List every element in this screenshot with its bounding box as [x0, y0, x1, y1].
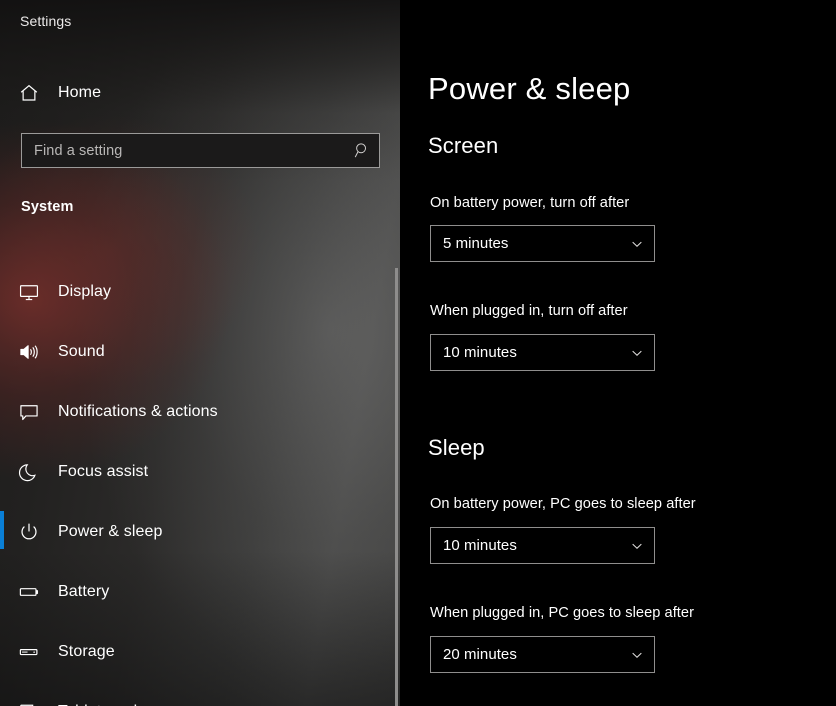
selection-indicator — [0, 511, 4, 549]
dropdown-screen-plugged-in[interactable]: 10 minutes — [430, 334, 655, 371]
label-screen-on-battery: On battery power, turn off after — [430, 195, 630, 211]
label-screen-plugged-in: When plugged in, turn off after — [430, 303, 628, 319]
sidebar-scrollbar-thumb[interactable] — [395, 268, 398, 706]
moon-icon — [18, 461, 58, 483]
sidebar-scrollbar[interactable] — [394, 268, 398, 706]
tablet-mode-icon — [18, 701, 58, 706]
battery-icon — [18, 581, 58, 603]
sidebar-item-label: Storage — [58, 643, 115, 660]
sidebar-item-label: Focus assist — [58, 463, 149, 480]
storage-drive-icon — [18, 641, 58, 663]
label-sleep-on-battery: On battery power, PC goes to sleep after — [430, 496, 696, 512]
dropdown-sleep-on-battery[interactable]: 10 minutes — [430, 527, 655, 564]
settings-sidebar: Settings Home Find a setting System Disp… — [0, 0, 400, 706]
dropdown-value: 10 minutes — [443, 537, 517, 554]
sidebar-nav-list: Display Sound Notifications & actions Fo… — [0, 262, 400, 706]
sidebar-item-label: Battery — [58, 583, 110, 600]
sidebar-item-power-sleep[interactable]: Power & sleep — [0, 502, 386, 562]
chevron-down-icon — [620, 647, 654, 663]
chevron-down-icon — [620, 538, 654, 554]
search-icon[interactable] — [345, 141, 379, 160]
sidebar-item-tablet-mode[interactable]: Tablet mode — [0, 682, 386, 706]
dropdown-value: 5 minutes — [443, 235, 509, 252]
dropdown-screen-on-battery[interactable]: 5 minutes — [430, 225, 655, 262]
sidebar-item-home-label: Home — [58, 84, 102, 101]
page-title: Power & sleep — [428, 71, 631, 106]
window-title: Settings — [20, 13, 72, 29]
chevron-down-icon — [620, 236, 654, 252]
sidebar-item-label: Display — [58, 283, 112, 300]
search-input[interactable]: Find a setting — [22, 143, 345, 159]
sidebar-section-label: System — [21, 199, 74, 215]
sidebar-item-notifications-actions[interactable]: Notifications & actions — [0, 382, 386, 442]
sidebar-item-battery[interactable]: Battery — [0, 562, 386, 622]
sidebar-item-sound[interactable]: Sound — [0, 322, 386, 382]
search-box[interactable]: Find a setting — [21, 133, 380, 168]
monitor-icon — [18, 281, 58, 303]
power-icon — [18, 521, 58, 543]
dropdown-sleep-plugged-in[interactable]: 20 minutes — [430, 636, 655, 673]
dropdown-value: 20 minutes — [443, 646, 517, 663]
sidebar-item-focus-assist[interactable]: Focus assist — [0, 442, 386, 502]
home-icon — [18, 82, 58, 104]
notification-bubble-icon — [18, 401, 58, 423]
sidebar-item-home[interactable]: Home — [0, 75, 386, 111]
chevron-down-icon — [620, 345, 654, 361]
section-heading-screen: Screen — [428, 133, 499, 158]
settings-window: Settings Home Find a setting System Disp… — [0, 0, 836, 706]
speaker-icon — [18, 341, 58, 363]
label-sleep-plugged-in: When plugged in, PC goes to sleep after — [430, 605, 694, 621]
sidebar-item-label: Notifications & actions — [58, 403, 218, 420]
section-heading-sleep: Sleep — [428, 435, 485, 460]
sidebar-item-label: Power & sleep — [58, 523, 163, 540]
sidebar-item-display[interactable]: Display — [0, 262, 386, 322]
sidebar-item-storage[interactable]: Storage — [0, 622, 386, 682]
dropdown-value: 10 minutes — [443, 344, 517, 361]
sidebar-item-label: Sound — [58, 343, 105, 360]
